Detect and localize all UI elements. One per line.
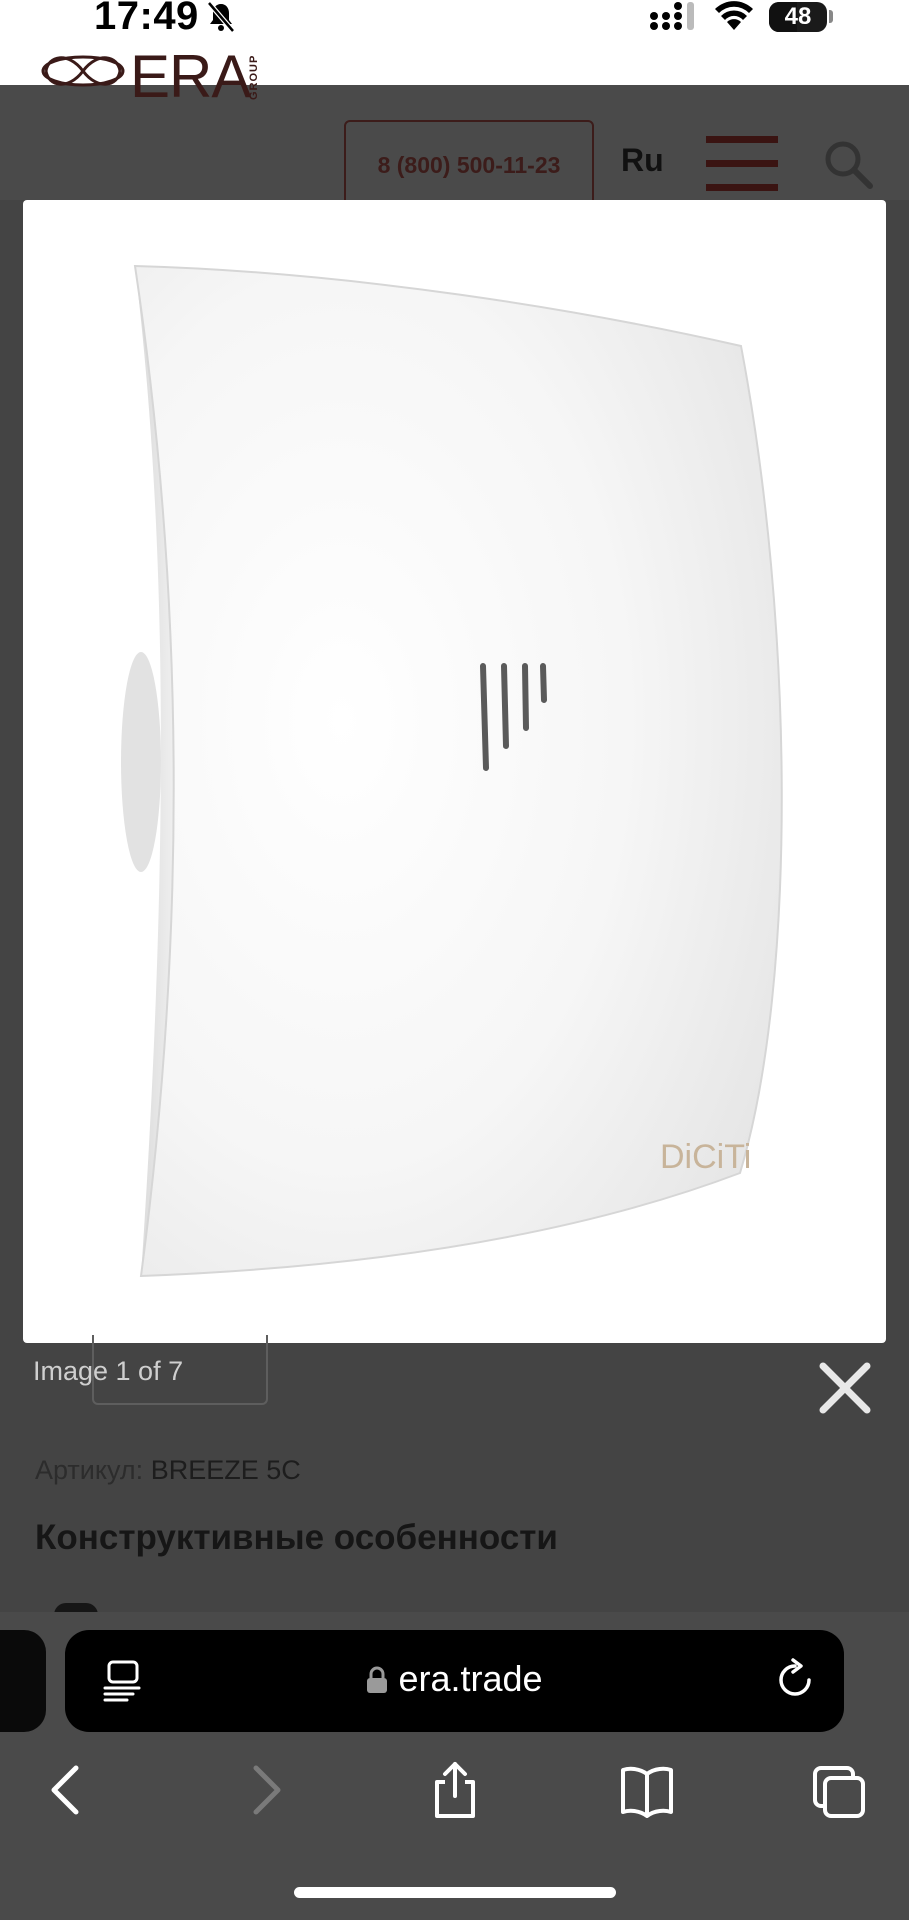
section-title: Конструктивные особенности [35, 1518, 558, 1557]
url-display[interactable]: era.trade [65, 1658, 844, 1700]
lightbox-image-panel[interactable]: DiCiTi [23, 200, 886, 1343]
share-icon[interactable] [427, 1760, 483, 1820]
search-icon[interactable] [822, 138, 874, 190]
menu-icon[interactable] [706, 134, 778, 194]
status-time: 17:49 [94, 0, 199, 38]
sku-line: Артикул: BREEZE 5C [35, 1455, 301, 1486]
reload-icon[interactable] [773, 1658, 817, 1702]
lock-icon [367, 1666, 388, 1693]
battery-indicator: 48 [769, 2, 827, 32]
signal-icon [650, 2, 694, 30]
language-switch[interactable]: Ru [621, 142, 664, 179]
tabs-icon[interactable] [811, 1760, 867, 1820]
address-bar[interactable]: era.trade [65, 1630, 844, 1732]
url-text: era.trade [398, 1658, 543, 1699]
logo-text: ERA [130, 43, 251, 110]
sku-value: BREEZE 5C [150, 1455, 301, 1485]
era-logo[interactable]: ERA GROUP [38, 42, 263, 110]
wifi-icon [715, 1, 753, 30]
fan-product-image: DiCiTi [121, 264, 783, 1278]
close-icon[interactable] [817, 1360, 873, 1416]
image-counter: Image 1 of 7 [33, 1356, 184, 1386]
logo-sub: GROUP [248, 54, 260, 100]
previous-tab-edge[interactable] [0, 1630, 46, 1732]
back-icon[interactable] [40, 1760, 96, 1820]
phone-button[interactable]: 8 (800) 500-11-23 [344, 120, 594, 210]
bell-slash-icon [207, 1, 235, 33]
fan-logo-icon [41, 55, 125, 87]
phone-number: 8 (800) 500-11-23 [377, 152, 561, 178]
sku-label: Артикул: [35, 1455, 144, 1485]
battery-level: 48 [784, 3, 812, 30]
product-brand-mark: DiCiTi [660, 1138, 751, 1176]
forward-icon[interactable] [236, 1760, 292, 1820]
home-indicator[interactable] [294, 1887, 616, 1898]
battery-cap [829, 10, 833, 23]
bookmarks-icon[interactable] [619, 1760, 675, 1820]
